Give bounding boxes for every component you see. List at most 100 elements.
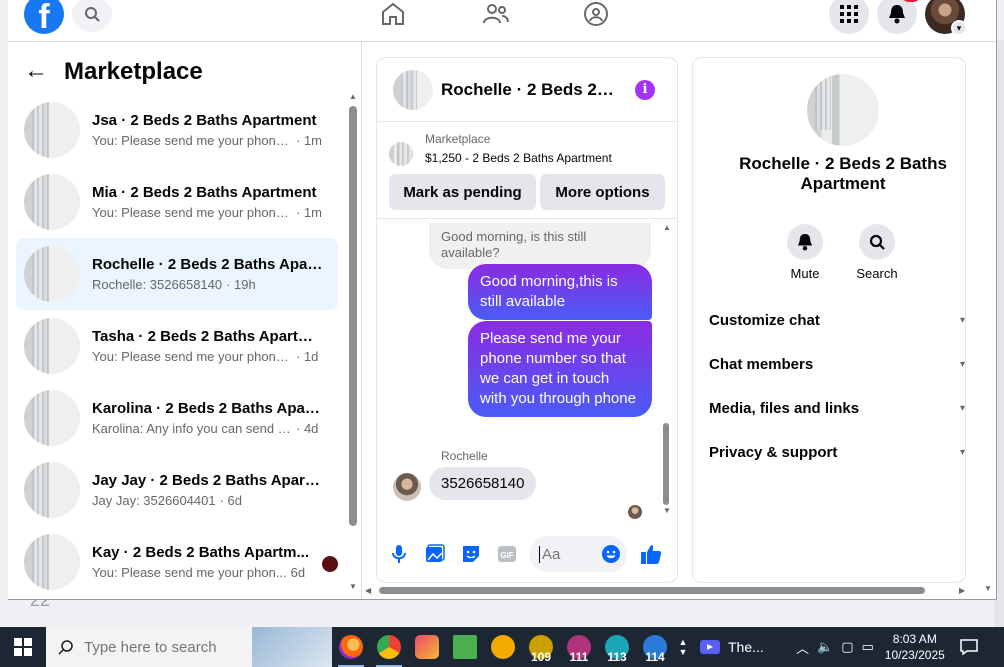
- network-icon[interactable]: ▭: [862, 639, 874, 655]
- chat-avatar[interactable]: [393, 69, 433, 110]
- scrollbar-thumb[interactable]: [349, 106, 357, 526]
- conversation-time: · 1d: [296, 349, 319, 364]
- gif-button[interactable]: GIF: [489, 536, 525, 572]
- outgoing-message[interactable]: Please send me your phone number so that…: [468, 321, 652, 417]
- taskbar-search[interactable]: [46, 627, 332, 667]
- device-icon[interactable]: ▢: [841, 639, 853, 655]
- info-menu-item[interactable]: Customize chat ▾: [709, 298, 965, 342]
- conversation-preview: You: Please send me your phone n...: [92, 349, 292, 364]
- scroll-up-arrow-icon[interactable]: ▲: [349, 92, 357, 101]
- scroll-up-arrow-icon[interactable]: ▲: [663, 223, 671, 232]
- incoming-message[interactable]: 3526658140: [429, 467, 537, 500]
- nav-home-button[interactable]: [375, 0, 411, 30]
- conversation-preview: Jay Jay: 3526604401: [92, 493, 216, 508]
- taskbar-app-chrome[interactable]: [370, 627, 408, 667]
- notepad-icon: [453, 635, 477, 659]
- emoji-icon[interactable]: [601, 544, 621, 564]
- conversation-list: Jsa · 2 Beds 2 Baths Apartment You: Pleas…: [16, 94, 338, 598]
- taskbar-app-badge-3[interactable]: 113: [598, 627, 636, 667]
- mute-button[interactable]: Mute: [775, 224, 835, 281]
- listing-thumbnail[interactable]: [389, 142, 413, 166]
- taskbar-app-x[interactable]: [484, 627, 522, 667]
- info-icon[interactable]: i: [635, 80, 655, 100]
- info-menu-label: Privacy & support: [709, 443, 838, 461]
- info-menu-item[interactable]: Chat members ▾: [709, 342, 965, 386]
- conversation-name: Tasha · 2 Beds 2 Baths Apartme...: [92, 328, 324, 345]
- message-input-box[interactable]: [529, 536, 627, 572]
- conversation-item[interactable]: Rochelle · 2 Beds 2 Baths Apart... Rochel…: [16, 238, 338, 310]
- conversation-time: 6d: [290, 565, 306, 580]
- marketplace-listing: Marketplace $1,250 - 2 Beds 2 Baths Apar…: [377, 122, 677, 219]
- info-menu-label: Customize chat: [709, 311, 820, 329]
- taskbar-app-badge-4[interactable]: 114: [636, 627, 674, 667]
- mark-pending-button[interactable]: Mark as pending: [389, 174, 536, 210]
- chevron-down-icon: ▾: [959, 358, 965, 370]
- page-scrollbar[interactable]: ▼: [980, 44, 996, 593]
- conversation-item[interactable]: Kay · 2 Beds 2 Baths Apartm... You: Pleas…: [16, 526, 338, 598]
- outgoing-message[interactable]: Good morning,this is still available: [468, 264, 652, 320]
- scrollbar-thumb[interactable]: [663, 423, 669, 505]
- chevron-up-icon[interactable]: ︿: [796, 638, 809, 657]
- taskbar-app-notepad[interactable]: [446, 627, 484, 667]
- microphone-icon: [392, 545, 406, 563]
- conversation-name: Jsa · 2 Beds 2 Baths Apartment: [92, 112, 317, 129]
- contact-name: Rochelle · 2 Beds 2 Baths Apartment: [739, 154, 947, 193]
- scroll-left-arrow-icon[interactable]: ◀: [365, 586, 371, 595]
- message-input[interactable]: [539, 545, 599, 563]
- horizontal-scrollbar[interactable]: ◀ ▶: [363, 585, 973, 597]
- back-arrow-icon[interactable]: ←: [24, 59, 56, 84]
- conversation-item[interactable]: Tasha · 2 Beds 2 Baths Apartme... You: Pl…: [16, 310, 338, 382]
- microphone-button[interactable]: [381, 536, 417, 572]
- taskbar-search-input[interactable]: [84, 638, 264, 656]
- taskbar-overflow[interactable]: ▲ ▼: [674, 627, 692, 667]
- search-conversation-button[interactable]: Search: [847, 224, 907, 281]
- scroll-down-arrow-icon[interactable]: ▼: [984, 584, 992, 593]
- notifications-button[interactable]: 11: [877, 0, 921, 34]
- taskbar-app-firefox[interactable]: [332, 627, 370, 667]
- page-title: Marketplace: [64, 58, 203, 85]
- sticker-button[interactable]: [453, 536, 489, 572]
- taskbar-app-paint[interactable]: [408, 627, 446, 667]
- action-center-button[interactable]: [954, 639, 984, 655]
- listing-label: Marketplace: [425, 132, 491, 146]
- like-button[interactable]: [633, 536, 669, 572]
- search-button[interactable]: [72, 0, 112, 32]
- scroll-right-arrow-icon[interactable]: ▶: [959, 586, 965, 595]
- menu-button[interactable]: [829, 0, 869, 34]
- nav-groups-button[interactable]: [578, 0, 614, 30]
- start-button[interactable]: [0, 627, 46, 667]
- conversation-name: Karolina · 2 Beds 2 Baths Apart...: [92, 400, 324, 417]
- taskbar-app-badge-2[interactable]: 111: [560, 627, 598, 667]
- chevron-down-icon[interactable]: ▾: [951, 20, 967, 36]
- conversation-thumbnail: [24, 390, 80, 446]
- top-navigation: f 11 ▾: [8, 0, 996, 42]
- info-menu-item[interactable]: Media, files and links ▾: [709, 386, 965, 430]
- scroll-down-arrow-icon[interactable]: ▼: [349, 582, 357, 591]
- sidebar-scrollbar[interactable]: ▲ ▼: [348, 92, 358, 592]
- conversation-item[interactable]: Mia · 2 Beds 2 Baths Apartment You: Pleas…: [16, 166, 338, 238]
- chat-title[interactable]: Rochelle · 2 Beds 2 Baths Apartment: [441, 80, 616, 100]
- taskbar-clock[interactable]: 8:03 AM 10/23/2025: [882, 631, 948, 663]
- contact-avatar[interactable]: [807, 74, 879, 146]
- conversation-item[interactable]: Jay Jay · 2 Beds 2 Baths Apartm... Jay Ja…: [16, 454, 338, 526]
- friends-icon: [483, 4, 509, 24]
- conversation-thumbnail: [24, 102, 80, 158]
- conversation-preview: Rochelle: 3526658140: [92, 277, 223, 292]
- chat-scrollbar[interactable]: ▲ ▼: [663, 223, 671, 518]
- scrollbar-thumb[interactable]: [379, 587, 925, 594]
- more-options-button[interactable]: More options: [540, 174, 665, 210]
- scroll-down-arrow-icon[interactable]: ▼: [663, 506, 671, 515]
- volume-icon[interactable]: 🔈: [817, 639, 833, 655]
- taskbar-zoom-app[interactable]: The...: [700, 639, 790, 655]
- taskbar-app-badge-1[interactable]: 109: [522, 627, 560, 667]
- listing-description[interactable]: $1,250 - 2 Beds 2 Baths Apartment: [425, 151, 612, 165]
- conversation-item[interactable]: Jsa · 2 Beds 2 Baths Apartment You: Pleas…: [16, 94, 338, 166]
- conversation-item[interactable]: Karolina · 2 Beds 2 Baths Apart... Karoli…: [16, 382, 338, 454]
- info-menu-item[interactable]: Privacy & support ▾: [709, 430, 965, 474]
- nav-friends-button[interactable]: [478, 0, 514, 30]
- thumbs-up-icon: [641, 545, 662, 564]
- photo-button[interactable]: [417, 536, 453, 572]
- facebook-logo-icon[interactable]: f: [24, 0, 64, 36]
- chat-panel: Rochelle · 2 Beds 2 Baths Apartment i Ma…: [377, 58, 677, 582]
- sender-avatar[interactable]: [393, 473, 421, 501]
